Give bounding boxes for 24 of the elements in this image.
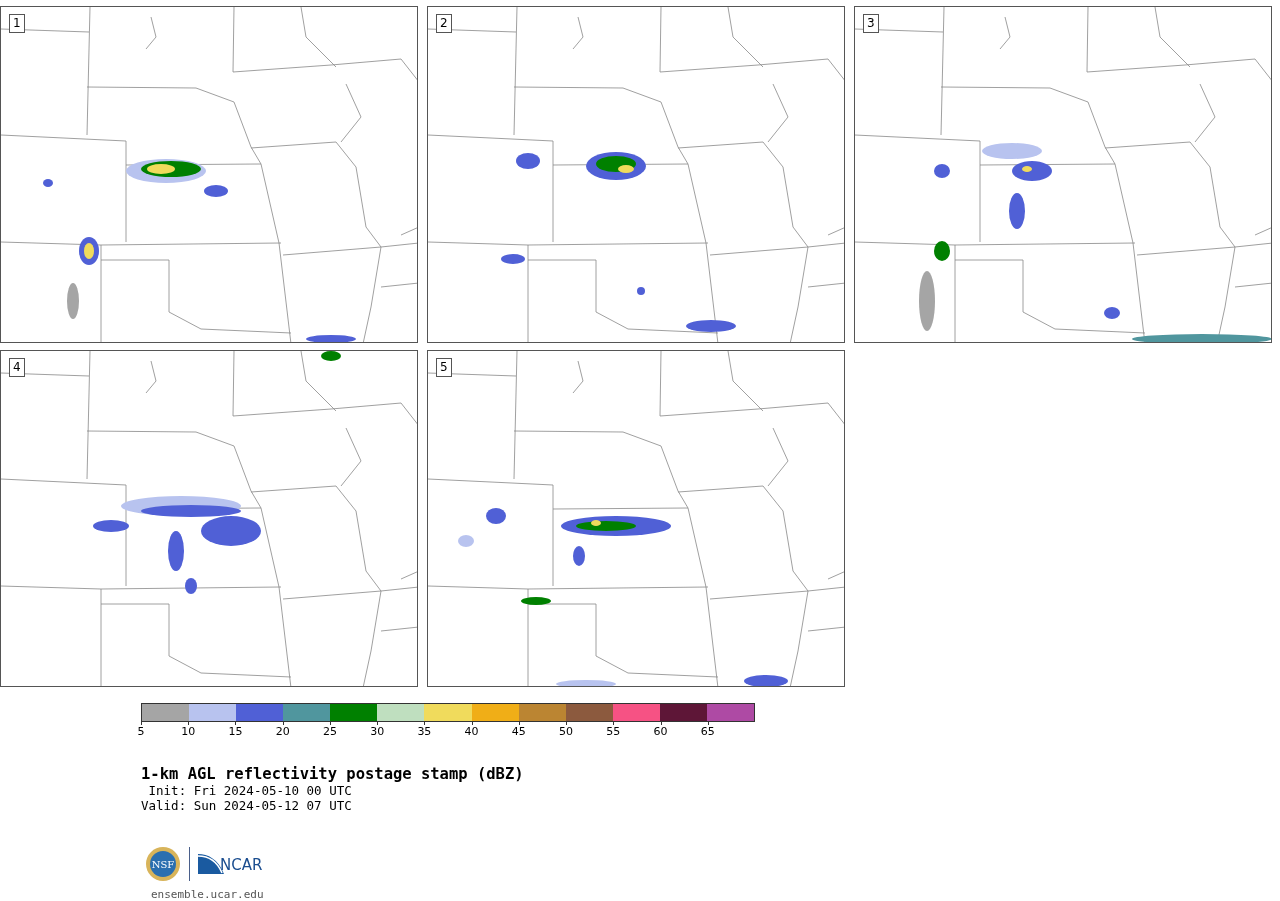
- tick-label: 20: [275, 726, 290, 737]
- tick-label: 60: [653, 726, 668, 737]
- tick-label: 65: [700, 726, 715, 737]
- tick-label: 30: [370, 726, 385, 737]
- tick-label: 5: [137, 726, 145, 737]
- chart-title: 1-km AGL reflectivity postage stamp (dBZ): [141, 765, 525, 783]
- tick-label: 50: [559, 726, 574, 737]
- tick-label: 35: [417, 726, 432, 737]
- nsf-logo: NSF: [145, 846, 181, 882]
- tick-label: 55: [606, 726, 621, 737]
- valid-time: Valid: Sun 2024-05-12 07 UTC: [141, 798, 353, 813]
- tick-label: 15: [228, 726, 243, 737]
- tick-label: 25: [322, 726, 337, 737]
- tick-label: 10: [181, 726, 196, 737]
- panel-number: 5: [436, 358, 452, 377]
- init-time: Init: Fri 2024-05-10 00 UTC: [147, 783, 353, 798]
- panel-number: 1: [9, 14, 25, 33]
- panel-number: 2: [436, 14, 452, 33]
- tick-label: 45: [511, 726, 526, 737]
- website-url: ensemble.ucar.edu: [151, 888, 264, 901]
- panel-number: 4: [9, 358, 25, 377]
- tick-label: 40: [464, 726, 479, 737]
- panel-number: 3: [863, 14, 879, 33]
- ncar-logo: NCAR: [198, 854, 263, 874]
